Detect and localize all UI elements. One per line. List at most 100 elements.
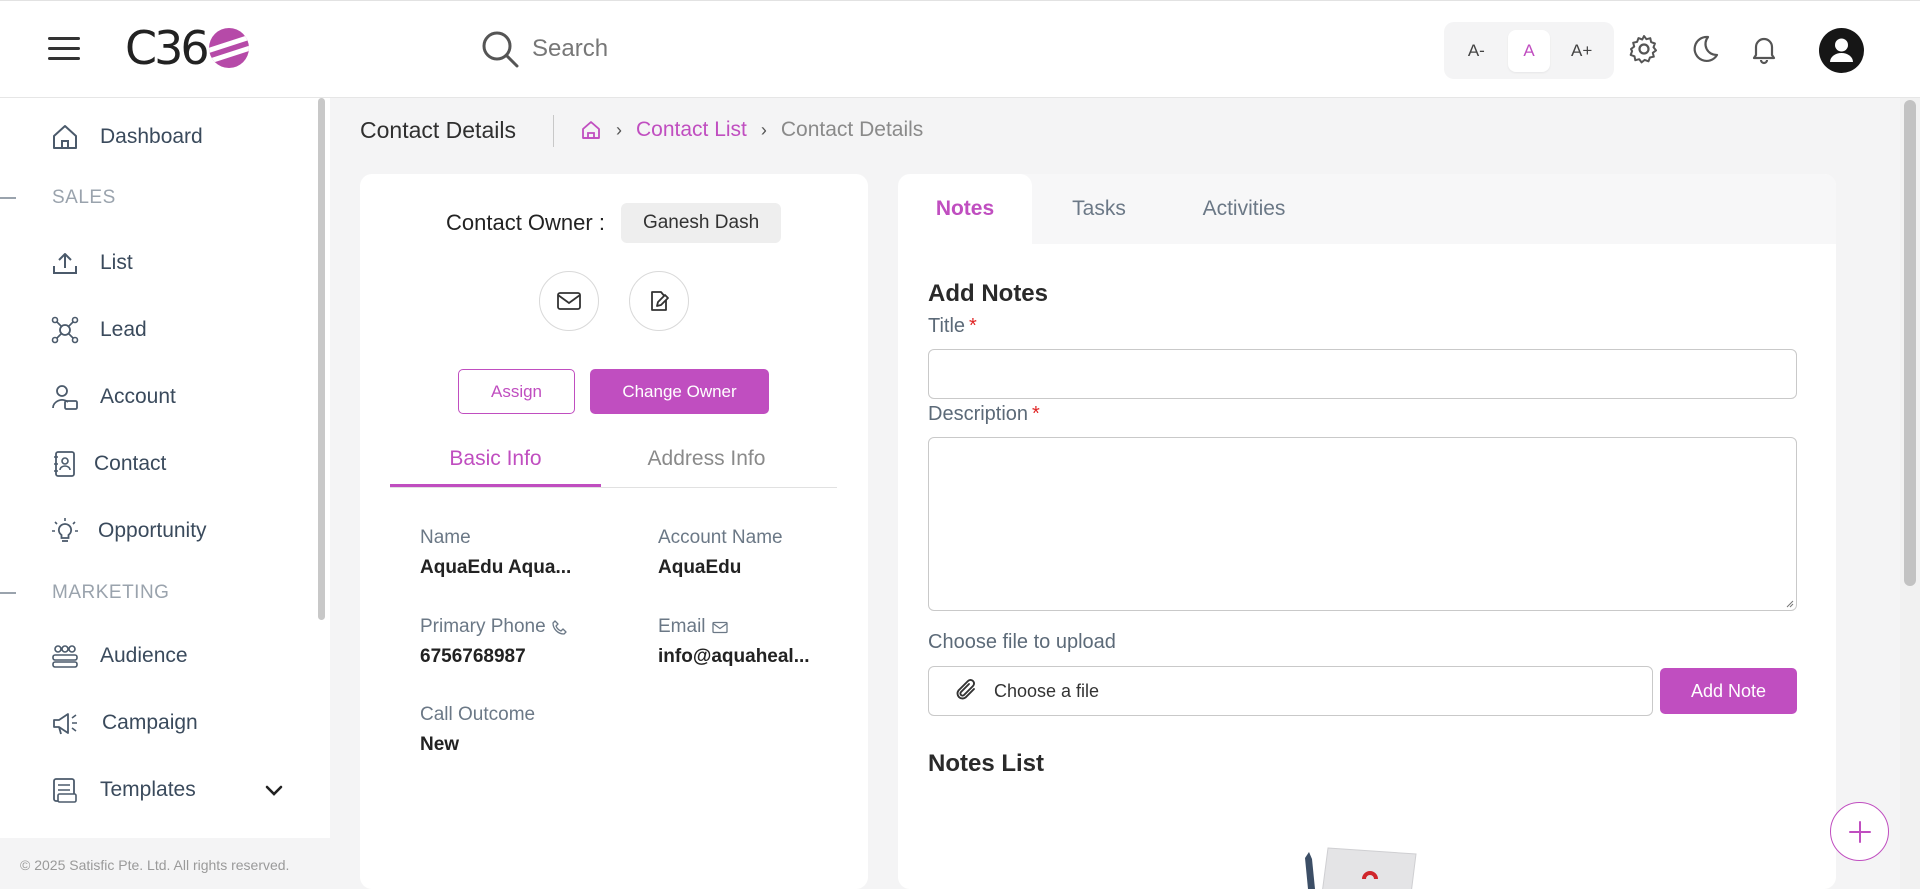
add-fab-button[interactable] bbox=[1830, 802, 1889, 861]
menu-toggle-icon[interactable] bbox=[48, 37, 80, 63]
title-input[interactable] bbox=[928, 349, 1797, 399]
assign-button[interactable]: Assign bbox=[458, 369, 575, 414]
font-decrease-button[interactable]: A- bbox=[1455, 30, 1497, 72]
network-icon bbox=[51, 316, 79, 344]
contact-summary-card: Contact Owner : Ganesh Dash Assign Chang… bbox=[360, 174, 868, 889]
title-label-text: Title bbox=[928, 315, 966, 337]
breadcrumb-current: Contact Details bbox=[780, 118, 924, 141]
group-icon bbox=[52, 645, 78, 668]
sidebar-item-label: Opportunity bbox=[98, 519, 207, 542]
tab-notes[interactable]: Notes bbox=[898, 174, 1032, 244]
field-label: Primary Phone bbox=[420, 616, 546, 637]
field-value: AquaEdu bbox=[658, 557, 742, 578]
title-label: Title * bbox=[928, 315, 977, 338]
field-value: AquaEdu Aqua... bbox=[420, 557, 572, 578]
upload-icon bbox=[53, 253, 77, 274]
mail-icon bbox=[711, 621, 728, 633]
required-mark: * bbox=[969, 315, 977, 337]
tab-activities[interactable]: Activities bbox=[1166, 174, 1322, 244]
sidebar-item-label: Lead bbox=[100, 318, 147, 341]
field-primary-phone: Primary Phone 6756768987 bbox=[420, 616, 580, 668]
sidebar-item-label: Account bbox=[100, 385, 176, 408]
template-icon bbox=[53, 778, 77, 803]
chevron-right-icon: › bbox=[616, 119, 622, 140]
tab-basic-info[interactable]: Basic Info bbox=[390, 442, 601, 487]
field-label: Call Outcome bbox=[420, 704, 536, 725]
email-button[interactable] bbox=[539, 271, 599, 331]
activity-tabs: Notes Tasks Activities bbox=[898, 174, 1836, 244]
change-owner-button[interactable]: Change Owner bbox=[590, 369, 769, 414]
sidebar-item-audience[interactable]: Audience bbox=[50, 641, 188, 671]
chevron-right-icon: › bbox=[760, 119, 767, 140]
field-name: Name AquaEdu Aqua... bbox=[420, 527, 580, 579]
chevron-down-icon[interactable] bbox=[264, 783, 284, 797]
info-tabs: Basic Info Address Info bbox=[390, 442, 837, 488]
lightbulb-icon bbox=[52, 518, 78, 542]
resize-handle-icon[interactable] bbox=[1784, 598, 1794, 608]
sidebar-scrollbar[interactable] bbox=[318, 98, 325, 620]
file-upload-input[interactable]: Choose a file bbox=[928, 666, 1653, 716]
gear-icon[interactable] bbox=[1628, 33, 1660, 65]
tab-address-info[interactable]: Address Info bbox=[601, 442, 812, 487]
notes-panel: Notes Tasks Activities Add Notes Title * … bbox=[898, 174, 1836, 889]
description-textarea[interactable] bbox=[928, 437, 1797, 611]
field-account-name: Account Name AquaEdu bbox=[658, 527, 818, 579]
sidebar-item-templates[interactable]: Templates bbox=[50, 775, 284, 805]
search-input[interactable]: Search bbox=[532, 35, 608, 63]
main-scrollbar-thumb[interactable] bbox=[1904, 100, 1916, 586]
breadcrumb-link-contact-list[interactable]: Contact List bbox=[636, 118, 747, 142]
breadcrumb-divider bbox=[553, 115, 554, 147]
sidebar-item-dashboard[interactable]: Dashboard bbox=[50, 122, 203, 152]
field-label-row: Primary Phone bbox=[420, 616, 580, 638]
app-logo[interactable]: C36 bbox=[125, 21, 249, 75]
field-label-row: Email bbox=[658, 616, 818, 638]
field-value: New bbox=[420, 734, 460, 755]
add-note-button[interactable]: Add Note bbox=[1660, 668, 1797, 714]
field-value: 6756768987 bbox=[420, 646, 526, 667]
sidebar-item-label: Campaign bbox=[102, 711, 198, 734]
field-label: Account Name bbox=[658, 527, 783, 548]
sidebar-item-list[interactable]: List bbox=[50, 248, 133, 278]
phone-icon bbox=[552, 619, 567, 635]
field-call-outcome: Call Outcome New bbox=[420, 704, 580, 756]
section-divider bbox=[0, 197, 16, 199]
description-label-text: Description bbox=[928, 403, 1029, 425]
tab-tasks[interactable]: Tasks bbox=[1032, 174, 1166, 244]
home-icon bbox=[53, 125, 77, 149]
copyright-footer: © 2025 Satisfic Pte. Ltd. All rights res… bbox=[0, 838, 330, 889]
page-title: Contact Details bbox=[360, 117, 516, 143]
user-card-icon bbox=[52, 385, 78, 410]
search-bar[interactable]: Search bbox=[480, 29, 608, 69]
plus-icon bbox=[1848, 820, 1871, 843]
sidebar-item-lead[interactable]: Lead bbox=[50, 315, 147, 345]
logo-text: C36 bbox=[125, 21, 210, 75]
field-label: Name bbox=[420, 527, 471, 548]
font-normal-button[interactable]: A bbox=[1507, 29, 1550, 72]
bell-icon[interactable] bbox=[1748, 33, 1780, 65]
empty-notes-illustration bbox=[1305, 847, 1417, 889]
user-icon bbox=[1830, 38, 1853, 62]
paperclip-icon bbox=[956, 679, 975, 700]
dark-mode-moon-icon[interactable] bbox=[1688, 33, 1720, 65]
sidebar-item-campaign[interactable]: Campaign bbox=[50, 708, 198, 738]
field-label: Email bbox=[658, 616, 706, 637]
user-avatar[interactable] bbox=[1819, 28, 1864, 73]
sidebar-item-label: Dashboard bbox=[100, 125, 203, 148]
sidebar-item-account[interactable]: Account bbox=[50, 382, 176, 412]
font-increase-button[interactable]: A+ bbox=[1561, 30, 1603, 72]
megaphone-icon bbox=[53, 713, 77, 735]
description-label: Description * bbox=[928, 403, 1040, 426]
sidebar-item-contact[interactable]: Contact bbox=[50, 449, 166, 479]
file-upload-label: Choose file to upload bbox=[928, 631, 1116, 653]
logo-mark-icon bbox=[208, 28, 249, 68]
sidebar-item-opportunity[interactable]: Opportunity bbox=[50, 516, 207, 546]
sidebar bbox=[0, 98, 330, 889]
sidebar-item-label: List bbox=[100, 251, 133, 274]
home-icon[interactable] bbox=[580, 119, 602, 141]
field-value: info@aquaheal... bbox=[658, 646, 810, 667]
mail-icon bbox=[557, 292, 581, 310]
edit-button[interactable] bbox=[629, 271, 689, 331]
font-size-switcher: A- A A+ bbox=[1444, 22, 1614, 79]
contact-owner-row: Contact Owner : Ganesh Dash bbox=[446, 203, 782, 243]
contact-book-icon bbox=[54, 451, 75, 477]
